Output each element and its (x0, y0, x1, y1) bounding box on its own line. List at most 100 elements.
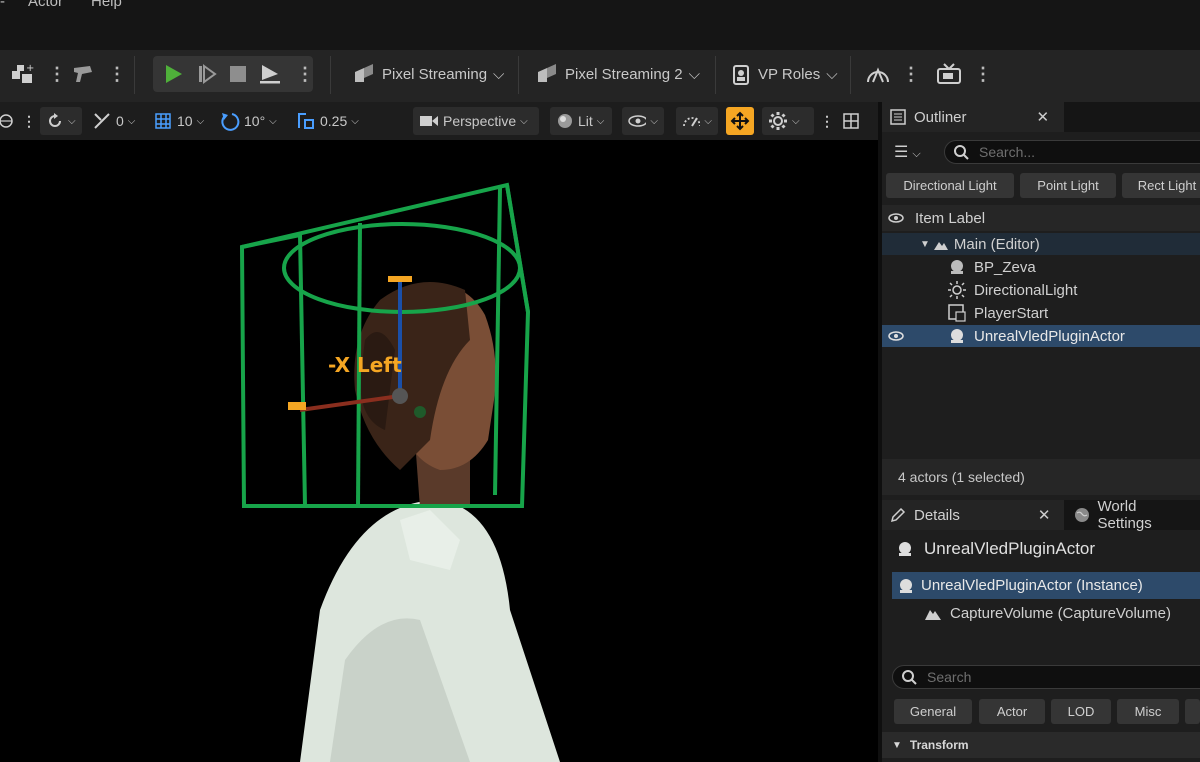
vp-roles-button[interactable]: VP Roles ⌵ (730, 50, 838, 98)
chip-rect-light[interactable]: Rect Light (1122, 173, 1200, 198)
world-icon (1075, 508, 1089, 522)
eye-icon (628, 115, 647, 127)
lighting-mode-button[interactable]: Lit ⌵ (550, 107, 612, 135)
create-icon: + (12, 63, 34, 83)
play-button[interactable] (162, 50, 184, 98)
menu-bar: - Actor Help (0, 0, 1200, 50)
world-local-button[interactable] (0, 107, 16, 135)
chevron-down-icon: ⌵ (493, 65, 505, 83)
tab-outliner[interactable]: Outliner ✕ (882, 102, 1064, 132)
collapse-arrow-icon[interactable]: ▼ (920, 239, 930, 250)
blueprint-button[interactable] (70, 50, 96, 98)
broadcast-options-icon[interactable]: ⋮ (974, 50, 992, 98)
rotation-snap-button[interactable]: 10° ⌵ (220, 107, 277, 135)
tree-row-unreal-vled-plugin-actor[interactable]: UnrealVledPluginActor (882, 325, 1200, 347)
translate-snap-button[interactable]: 0 ⌵ (92, 107, 135, 135)
details-search[interactable] (892, 665, 1200, 689)
actor-icon (948, 327, 966, 345)
platforms-button[interactable] (865, 50, 891, 98)
skip-forward-icon (199, 64, 217, 84)
blueprint-icon (74, 66, 92, 82)
component-row-instance[interactable]: UnrealVledPluginActor (Instance) (892, 572, 1200, 599)
details-actor-name[interactable]: UnrealVledPluginActor (924, 539, 1095, 559)
search-icon (902, 670, 917, 685)
tree-row-directional-light[interactable]: DirectionalLight (882, 279, 1200, 301)
chip-more[interactable] (1185, 699, 1200, 724)
pixel-streaming-2-button[interactable]: Pixel Streaming 2 ⌵ (535, 50, 700, 98)
tree-row-main[interactable]: ▼ Main (Editor) (882, 233, 1200, 255)
close-icon[interactable]: ✕ (1038, 506, 1051, 524)
tree-row-bp-zeva[interactable]: BP_Zeva (882, 256, 1200, 278)
play-options-icon[interactable]: ⋮ (296, 50, 314, 98)
chip-general[interactable]: General (894, 699, 972, 724)
platforms-options-icon[interactable]: ⋮ (902, 50, 920, 98)
tab-details[interactable]: Details ✕ (882, 500, 1064, 530)
chip-actor[interactable]: Actor (979, 699, 1045, 724)
player-start-icon (948, 304, 966, 322)
filter-button[interactable]: ☰ ⌵ (894, 142, 921, 162)
viewport-options-icon[interactable]: ⋮ (820, 107, 834, 135)
stop-button[interactable] (228, 50, 248, 98)
viewport-settings-button[interactable]: ⌵ (762, 107, 814, 135)
performance-button[interactable]: ⌵ (676, 107, 718, 135)
grid-snap-button[interactable]: 10 ⌵ (153, 107, 204, 135)
tab-world-settings[interactable]: World Settings (1066, 498, 1200, 532)
pixel-streaming-label: Pixel Streaming (382, 65, 488, 83)
platforms-icon (867, 67, 889, 83)
outliner-search-input[interactable] (977, 143, 1181, 161)
close-icon[interactable]: ✕ (1037, 108, 1050, 126)
chip-misc[interactable]: Misc (1117, 699, 1179, 724)
transform-options-icon[interactable]: ⋮ (22, 107, 36, 135)
tree-row-player-start[interactable]: PlayerStart (882, 302, 1200, 324)
create-button[interactable]: + (10, 50, 36, 98)
surface-snap-button[interactable]: ⌵ (40, 107, 82, 135)
create-options-icon[interactable]: ⋮ (48, 50, 66, 98)
actor-icon (897, 577, 915, 595)
actor-icon (899, 542, 911, 556)
pixel-streaming-button[interactable]: Pixel Streaming ⌵ (352, 50, 504, 98)
tree-label: PlayerStart (974, 304, 1049, 322)
right-panel: Outliner ✕ ☰⌵ Directional Light Point Li… (882, 102, 1200, 762)
column-item-label[interactable]: Item Label (915, 210, 985, 227)
translate-snap-icon (94, 113, 110, 129)
eye-icon[interactable] (887, 327, 905, 345)
level-viewport[interactable]: -X Left (0, 140, 878, 762)
filter-icon: ☰ (894, 144, 909, 161)
tab-details-label: Details (914, 506, 960, 524)
eject-button[interactable] (258, 50, 282, 98)
pencil-icon (890, 507, 906, 523)
view-mode-button[interactable]: Perspective ⌵ (413, 107, 539, 135)
outliner-status-bar: 4 actors (1 selected) (882, 459, 1200, 495)
chevron-down-icon: ⌵ (127, 115, 136, 127)
blueprint-options-icon[interactable]: ⋮ (108, 50, 126, 98)
search-icon (954, 145, 969, 160)
advance-frame-button[interactable] (196, 50, 218, 98)
scale-snap-button[interactable]: 0.25 ⌵ (296, 107, 359, 135)
move-arrows-icon (730, 111, 750, 131)
gauge-icon (683, 117, 701, 127)
viewport-scene[interactable]: -X Left (0, 140, 878, 762)
outliner-tabbar: Outliner ✕ (882, 102, 1200, 132)
tree-label-main: Main (Editor) (953, 235, 1040, 253)
chevron-down-icon: ⌵ (269, 115, 277, 127)
broadcast-button[interactable] (935, 50, 963, 98)
game-view-toggle[interactable] (726, 107, 754, 135)
menu-actor[interactable]: Actor (28, 0, 63, 10)
tab-outliner-label: Outliner (914, 108, 967, 126)
chip-lod[interactable]: LOD (1051, 699, 1111, 724)
component-label-instance: UnrealVledPluginActor (Instance) (921, 577, 1143, 594)
outliner-search[interactable] (944, 140, 1200, 164)
sun-icon (948, 281, 966, 299)
details-search-input[interactable] (925, 668, 1129, 686)
chip-point-light[interactable]: Point Light (1020, 173, 1116, 198)
chip-directional-light[interactable]: Directional Light (886, 173, 1014, 198)
show-flags-button[interactable]: ⌵ (622, 107, 664, 135)
grid-icon (155, 113, 171, 129)
menu-help[interactable]: Help (91, 0, 122, 10)
layout-button[interactable] (842, 107, 860, 135)
section-transform-label: Transform (909, 738, 969, 752)
section-transform[interactable]: ▼ Transform (882, 732, 1200, 758)
viewport-toolbar: ⋮ ⌵ 0 ⌵ 10 ⌵ 10° ⌵ 0.25 ⌵ Perspective ⌵ … (0, 102, 878, 140)
component-row-capture-volume[interactable]: CaptureVolume (CaptureVolume) (882, 601, 1200, 625)
eye-icon[interactable] (887, 209, 905, 227)
